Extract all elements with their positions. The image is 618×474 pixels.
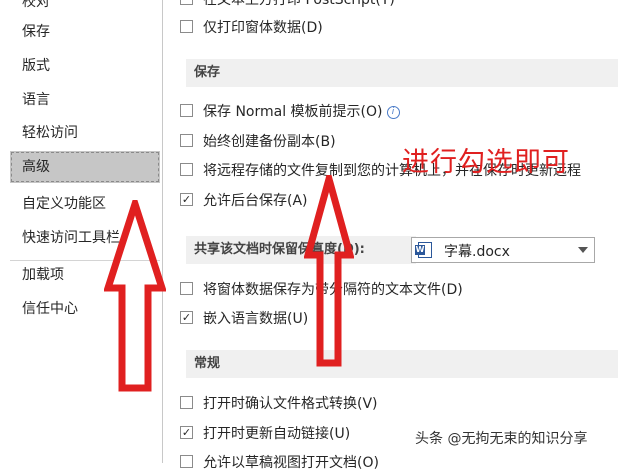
sidebar-item-advanced[interactable]: 高级: [10, 151, 160, 183]
option-print-form-data[interactable]: 仅打印窗体数据(D): [180, 17, 323, 39]
advanced-options-panel: 在文本上方打印 PostScript(T) 仅打印窗体数据(D) 保存 保存 N…: [163, 0, 618, 471]
checkbox-checked[interactable]: ✓: [180, 426, 193, 439]
chevron-down-icon[interactable]: [578, 247, 588, 253]
sidebar-item-layout[interactable]: 版式: [10, 50, 160, 82]
section-header-general: 常规: [186, 350, 618, 378]
info-icon[interactable]: i: [386, 106, 400, 119]
dropdown-value: 字幕.docx: [444, 244, 510, 260]
checkbox[interactable]: [180, 396, 193, 409]
checkbox[interactable]: [180, 282, 193, 295]
sidebar-item-accessibility[interactable]: 轻松访问: [10, 117, 160, 149]
option-label: 打开时更新自动链接(U): [203, 426, 351, 442]
checkbox[interactable]: [180, 0, 193, 5]
option-background-save[interactable]: ✓ 允许后台保存(A): [180, 190, 308, 212]
word-document-icon: [415, 242, 432, 258]
option-embed-language-data[interactable]: ✓ 嵌入语言数据(U): [180, 308, 309, 330]
annotation-arrow-left-icon: [104, 200, 166, 392]
checkbox[interactable]: [180, 134, 193, 147]
checkbox[interactable]: [180, 163, 193, 176]
annotation-text: 进行勾选即可: [402, 147, 570, 178]
option-confirm-format-conversion[interactable]: 打开时确认文件格式转换(V): [180, 393, 378, 415]
option-label: 在文本上方打印 PostScript(T): [203, 0, 395, 8]
sidebar-item-save[interactable]: 保存: [10, 16, 160, 48]
option-prompt-normal-template[interactable]: 保存 Normal 模板前提示(O) i: [180, 101, 400, 123]
option-label: 嵌入语言数据(U): [203, 311, 309, 327]
option-update-auto-links[interactable]: ✓ 打开时更新自动链接(U): [180, 423, 351, 445]
checkbox[interactable]: [180, 104, 193, 117]
section-header-save: 保存: [186, 59, 618, 87]
checkbox-checked[interactable]: ✓: [180, 193, 193, 206]
checkbox[interactable]: [180, 455, 193, 468]
sidebar-item-language[interactable]: 语言: [10, 84, 160, 116]
checkbox-checked[interactable]: ✓: [180, 311, 193, 324]
checkbox[interactable]: [180, 20, 193, 33]
option-draft-view[interactable]: 允许以草稿视图打开文档(O): [180, 452, 379, 474]
section-header-fidelity: 共享该文档时保留保真度(D):: [186, 236, 416, 264]
annotation-arrow-middle-icon: [304, 175, 354, 367]
option-label: 保存 Normal 模板前提示(O): [203, 104, 383, 120]
option-print-postscript[interactable]: 在文本上方打印 PostScript(T): [180, 0, 395, 11]
option-label: 打开时确认文件格式转换(V): [203, 396, 378, 412]
watermark: 头条 @无拘无束的知识分享: [415, 431, 588, 447]
option-label: 允许后台保存(A): [203, 193, 308, 209]
document-select-dropdown[interactable]: 字幕.docx: [411, 237, 595, 263]
option-label: 允许以草稿视图打开文档(O): [203, 455, 379, 471]
option-label: 仅打印窗体数据(D): [203, 20, 323, 36]
option-always-create-backup[interactable]: 始终创建备份副本(B): [180, 131, 336, 153]
option-label: 始终创建备份副本(B): [203, 134, 336, 150]
